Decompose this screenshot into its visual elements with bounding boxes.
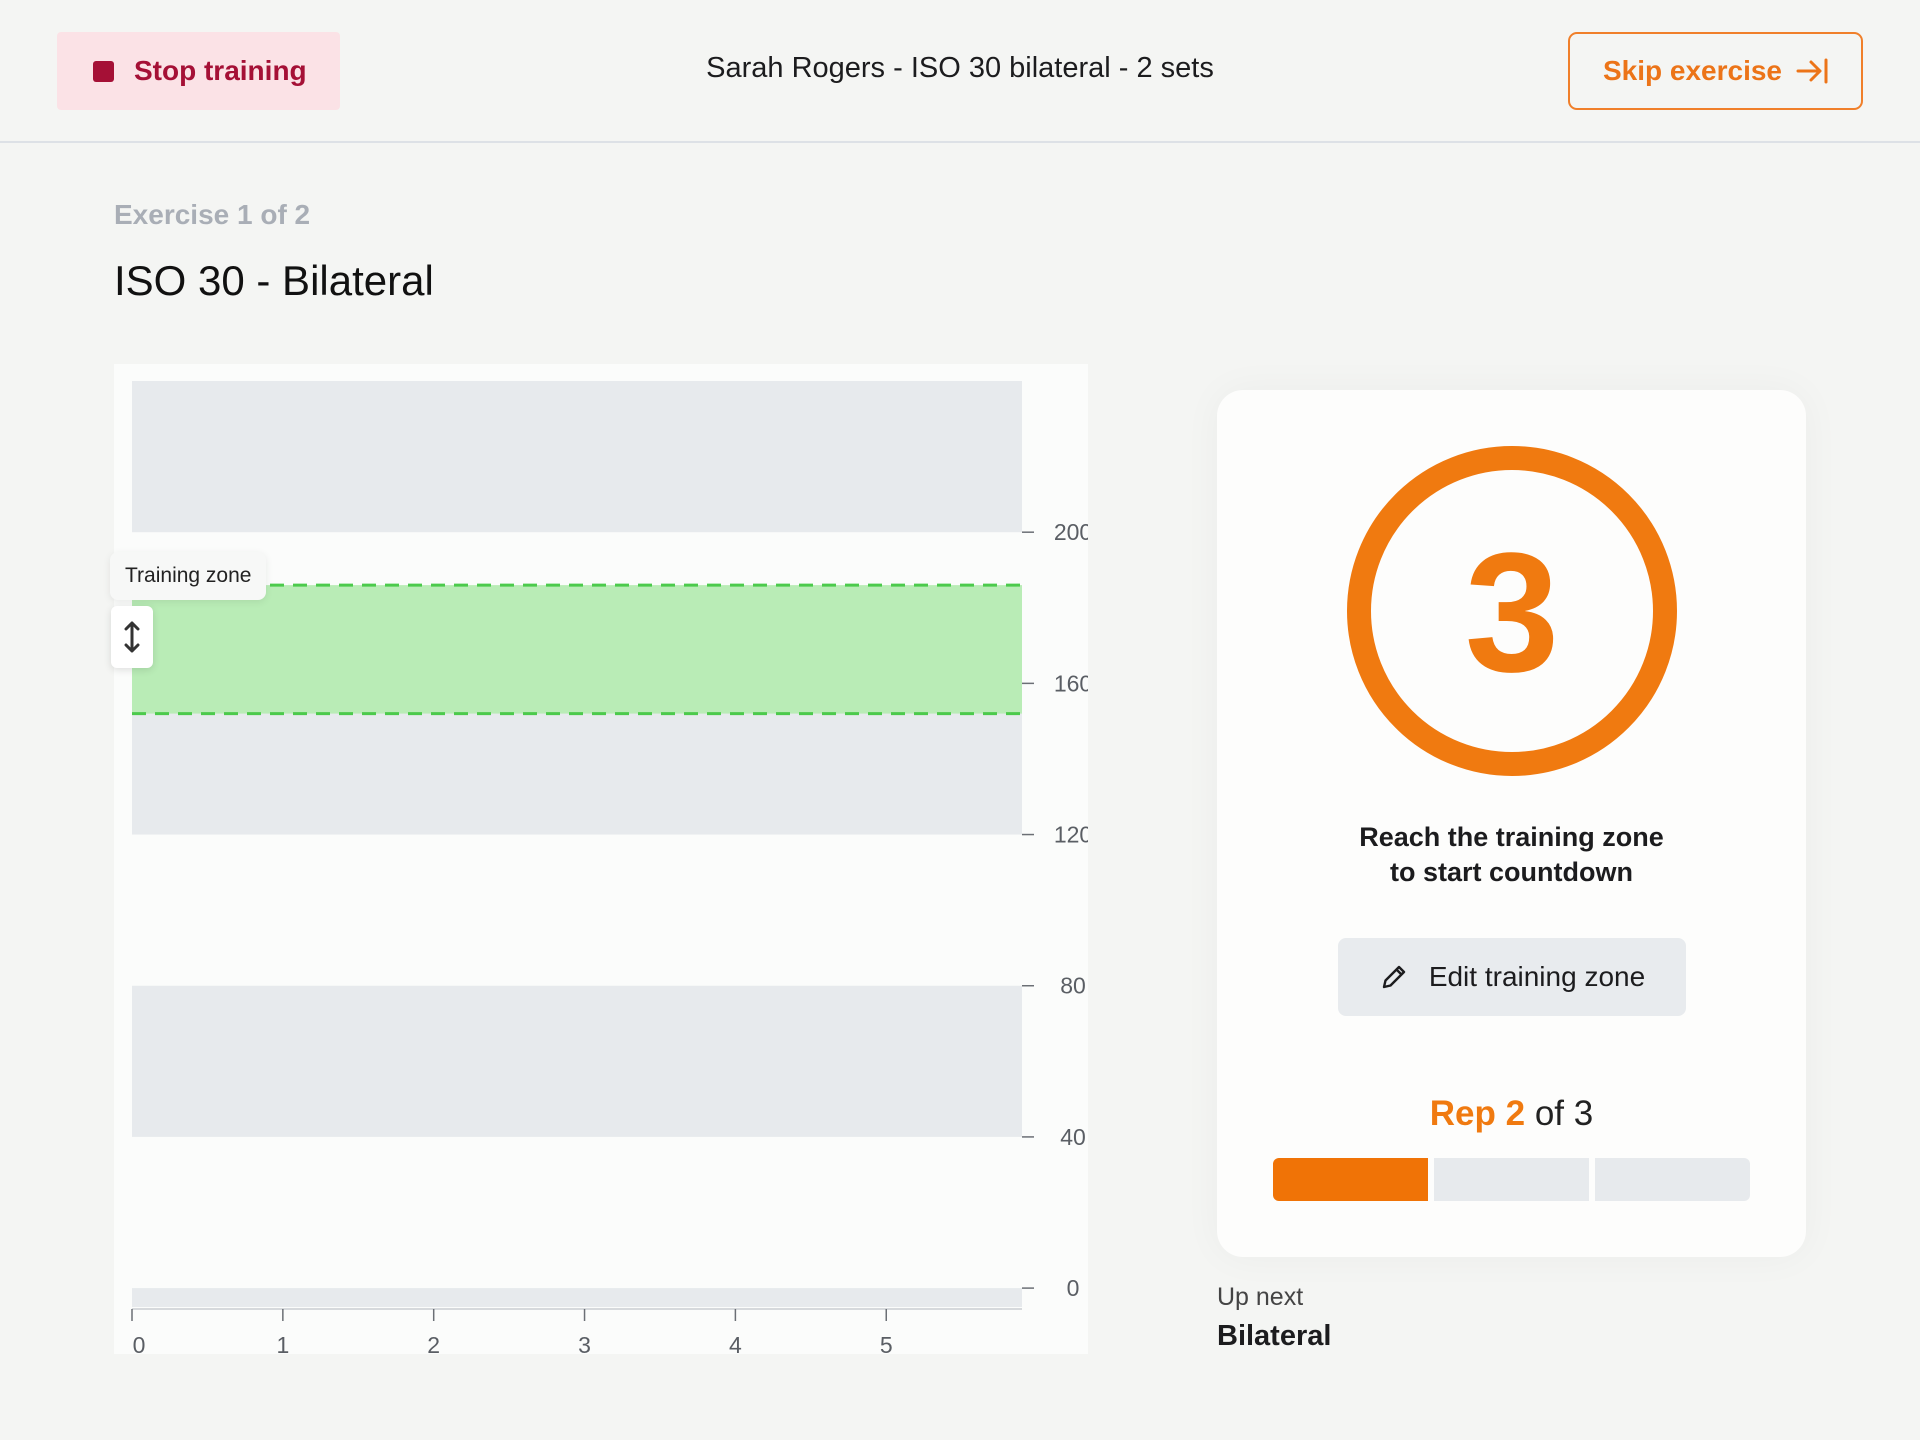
- edit-training-zone-button[interactable]: Edit training zone: [1338, 938, 1686, 1016]
- countdown-ring: 3: [1347, 446, 1677, 776]
- x-tick-label-5: 5: [880, 1332, 893, 1354]
- countdown-card: 3 Reach the training zone to start count…: [1217, 390, 1806, 1257]
- edit-training-zone-label: Edit training zone: [1428, 961, 1646, 992]
- chart-band-0: [132, 381, 1022, 533]
- countdown-number: 3: [1464, 518, 1560, 708]
- chart-band-3: [132, 1288, 1022, 1307]
- x-tick-label-3: 3: [578, 1332, 591, 1354]
- force-chart: 0 40 80 120 160 200 0 1 2 3 4 5: [114, 364, 1088, 1354]
- force-chart-svg: 0 40 80 120 160 200 0 1 2 3 4 5: [131, 381, 1088, 1354]
- x-tick-label-1: 1: [276, 1332, 289, 1354]
- y-tick-label-2: 80: [1060, 973, 1086, 999]
- training-zone-drag-handle[interactable]: [111, 606, 153, 668]
- pencil-icon: [1382, 965, 1406, 989]
- rep-counter: Rep 2 of 3: [1217, 1094, 1806, 1134]
- exercise-title: ISO 30 - Bilateral: [114, 257, 434, 304]
- y-tick-label-0: 0: [1067, 1275, 1080, 1301]
- rep-progress-bar: [1273, 1158, 1750, 1201]
- y-tick-label-5: 200: [1054, 519, 1088, 545]
- x-tick-label-0: 0: [133, 1332, 146, 1354]
- rep-current: 2: [1505, 1094, 1526, 1133]
- top-bar: Stop training Sarah Rogers - ISO 30 bila…: [0, 0, 1920, 143]
- countdown-hint: Reach the training zone to start countdo…: [1217, 820, 1806, 890]
- training-zone-label: Training zone: [110, 552, 267, 600]
- y-tick-label-4: 160: [1054, 670, 1088, 696]
- rep-suffix: of 3: [1534, 1094, 1594, 1133]
- rep-segment-1: [1273, 1158, 1428, 1201]
- countdown-hint-line-2: to start countdown: [1390, 857, 1633, 887]
- x-tick-label-4: 4: [729, 1332, 742, 1354]
- rep-segment-3: [1595, 1158, 1750, 1201]
- up-next-label: Up next: [1217, 1283, 1304, 1311]
- exercise-count: Exercise 1 of 2: [114, 199, 311, 230]
- chart-band-2: [132, 985, 1022, 1137]
- countdown-hint-line-1: Reach the training zone: [1359, 822, 1664, 852]
- rep-segment-2: [1434, 1158, 1589, 1201]
- training-zone-band: [132, 585, 1022, 714]
- skip-exercise-label: Skip exercise: [1602, 55, 1783, 86]
- x-tick-label-2: 2: [427, 1332, 440, 1354]
- arrow-right-to-line-icon: [1796, 58, 1828, 84]
- y-tick-label-1: 40: [1060, 1124, 1086, 1150]
- up-next-exercise: Bilateral: [1217, 1320, 1332, 1352]
- skip-exercise-button[interactable]: Skip exercise: [1568, 32, 1863, 110]
- rep-prefix: Rep: [1429, 1094, 1496, 1133]
- vertical-resize-icon: [124, 621, 140, 653]
- y-tick-label-3: 120: [1054, 822, 1088, 848]
